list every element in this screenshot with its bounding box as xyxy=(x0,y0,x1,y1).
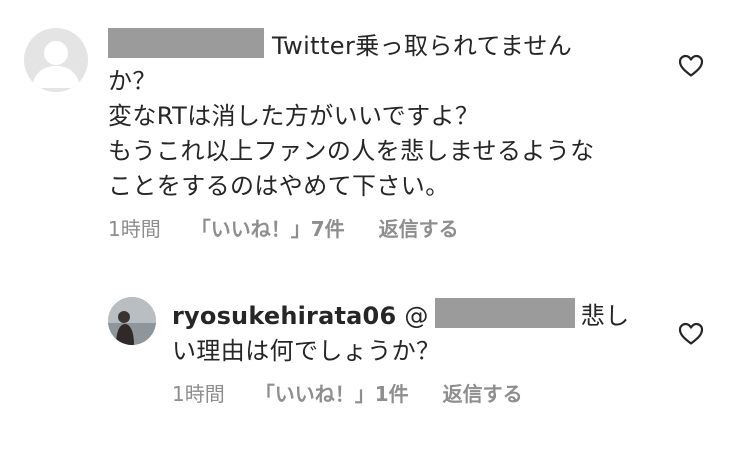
comment-line-4: もうこれ以上ファンの人を悲しませるような xyxy=(108,137,595,165)
likes-count-link[interactable]: 「いいね！」1件 xyxy=(255,382,409,406)
likes-count-link[interactable]: 「いいね！」7件 xyxy=(191,217,345,241)
reply-button[interactable]: 返信する xyxy=(443,382,523,406)
comment-line-1: Twitter乗っ取られてません xyxy=(108,28,595,64)
mention-prefix[interactable]: @ xyxy=(404,302,428,330)
default-avatar[interactable] xyxy=(24,28,88,92)
comment-line-5: ことをするのはやめて下さい。 xyxy=(108,172,450,200)
comment-time: 1時間 xyxy=(108,217,161,241)
like-heart-icon[interactable] xyxy=(678,54,704,78)
comment-text: Twitter乗っ取られてません か？ 変なRTは消した方がいいですよ？ もうこ… xyxy=(108,28,595,204)
avatar-photo-icon xyxy=(108,297,156,345)
default-user-icon xyxy=(32,41,80,88)
reply-username[interactable]: ryosukehirata06 xyxy=(172,302,396,330)
redacted-username xyxy=(108,28,264,58)
reply-line-2: い理由は何でしょうか？ xyxy=(172,337,441,365)
redacted-mention xyxy=(434,298,575,328)
reply-button[interactable]: 返信する xyxy=(379,217,459,241)
user-avatar[interactable] xyxy=(108,297,156,345)
reply-time: 1時間 xyxy=(172,382,225,406)
comment-meta: 1時間 「いいね！」7件 返信する xyxy=(108,213,459,242)
reply-meta: 1時間 「いいね！」1件 返信する xyxy=(172,378,523,407)
reply-line-1: ryosukehirata06 @ 悲し xyxy=(172,298,630,334)
reply-text: ryosukehirata06 @ 悲し い理由は何でしょうか？ xyxy=(172,298,630,369)
comment-line-3: 変なRTは消した方がいいですよ？ xyxy=(108,102,480,130)
like-heart-icon[interactable] xyxy=(678,322,704,346)
comment-line-2: か？ xyxy=(108,67,157,95)
